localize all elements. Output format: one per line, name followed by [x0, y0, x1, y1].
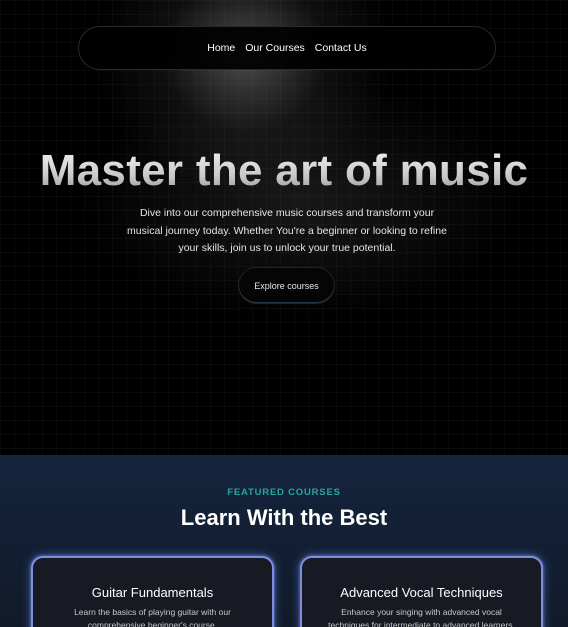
nav-our-courses-link[interactable]: Our Courses — [245, 40, 305, 56]
hero-title: Master the art of music — [0, 146, 568, 196]
nav-home-link[interactable]: Home — [207, 40, 235, 56]
course-card-advanced-vocal-techniques[interactable]: Advanced Vocal Techniques Enhance your s… — [300, 556, 543, 627]
course-card-title: Advanced Vocal Techniques — [340, 585, 503, 600]
featured-courses-section: FEATURED COURSES Learn With the Best Gui… — [0, 455, 568, 627]
course-card-guitar-fundamentals[interactable]: Guitar Fundamentals Learn the basics of … — [31, 556, 274, 627]
course-card-description: Learn the basics of playing guitar with … — [74, 607, 231, 627]
top-navbar: Home Our Courses Contact Us — [78, 26, 496, 70]
hero-section: Home Our Courses Contact Us Master the a… — [0, 0, 568, 455]
featured-title: Learn With the Best — [180, 505, 388, 530]
featured-eyebrow: FEATURED COURSES — [227, 487, 341, 498]
nav-contact-us-link[interactable]: Contact Us — [315, 40, 367, 56]
course-card-description: Enhance your singing with advanced vocal… — [328, 607, 515, 627]
hero-description: Dive into our comprehensive music course… — [127, 207, 447, 254]
explore-courses-button[interactable]: Explore courses — [238, 267, 335, 304]
course-card-title: Guitar Fundamentals — [91, 585, 214, 600]
